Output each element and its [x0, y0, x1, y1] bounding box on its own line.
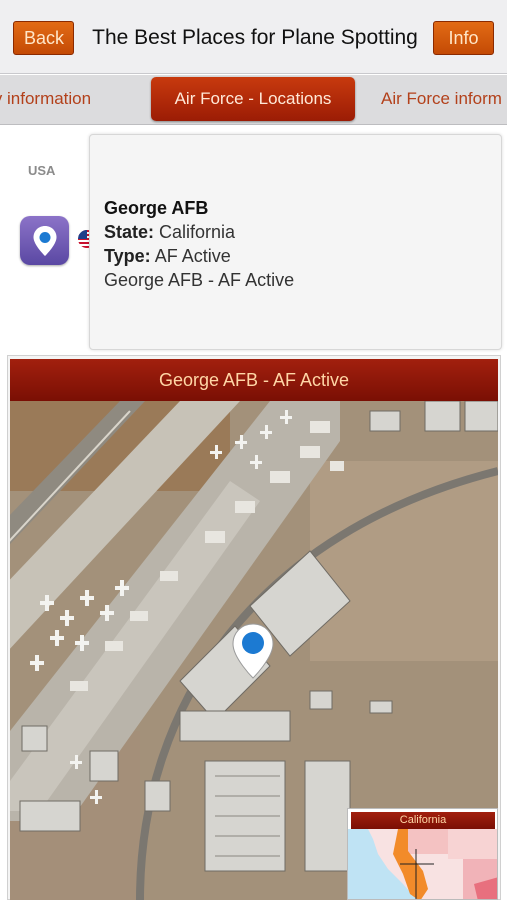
inset-map-title: California: [351, 812, 495, 829]
inset-map[interactable]: California: [347, 808, 498, 900]
location-name: George AFB: [104, 198, 209, 218]
tab-air-force-locations[interactable]: Air Force - Locations: [151, 77, 355, 121]
tab-family-information[interactable]: ly information: [0, 75, 91, 124]
state-row: State: California: [104, 220, 294, 244]
type-label: Type:: [104, 246, 151, 266]
country-label: USA: [28, 163, 56, 178]
info-button[interactable]: Info: [433, 21, 494, 55]
state-value: California: [159, 222, 236, 242]
location-info-card[interactable]: George AFB State: California Type: AF Ac…: [89, 134, 502, 350]
back-button[interactable]: Back: [13, 21, 74, 55]
location-pin-button[interactable]: [20, 216, 69, 265]
tab-strip: ly information Air Force - Locations Air…: [0, 75, 507, 125]
location-pin-icon: [33, 226, 57, 256]
state-label: State:: [104, 222, 155, 242]
tab-air-force-information[interactable]: Air Force inform: [381, 75, 502, 124]
type-value: AF Active: [154, 246, 231, 266]
nav-bar: Back The Best Places for Plane Spotting …: [0, 0, 507, 74]
map-title-banner: George AFB - AF Active: [10, 359, 498, 401]
page-title: The Best Places for Plane Spotting: [92, 26, 418, 49]
location-summary: George AFB - AF Active: [104, 270, 295, 290]
type-row: Type: AF Active: [104, 244, 294, 268]
